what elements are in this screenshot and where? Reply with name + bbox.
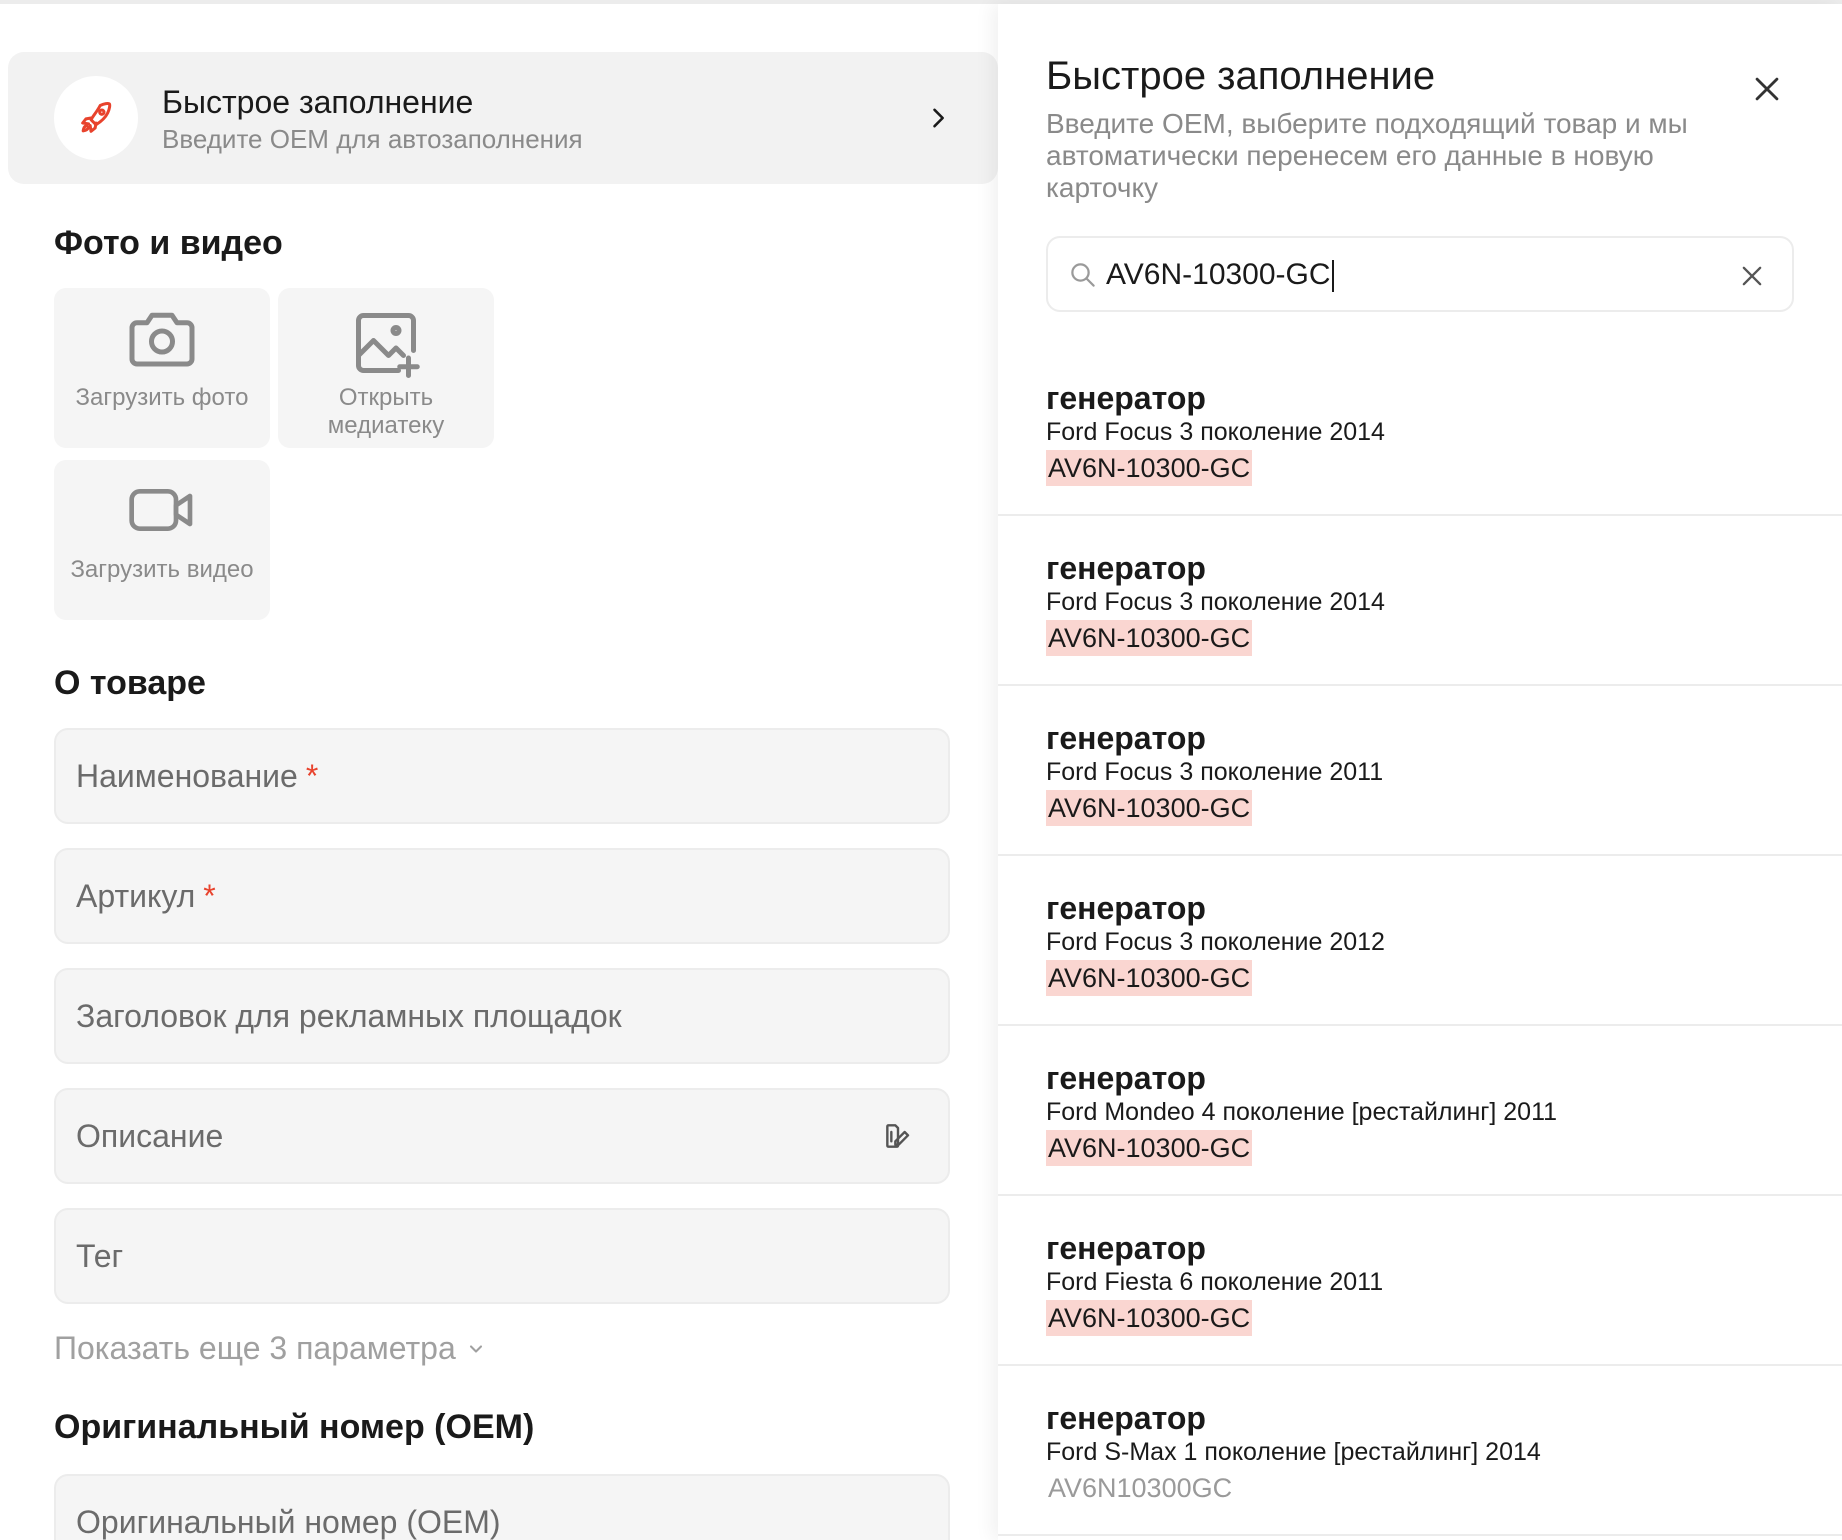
result-oem: AV6N-10300-GC [1046, 450, 1253, 486]
panel-description: Введите OEM, выберите подходящий товар и… [1046, 108, 1688, 203]
upload-photo-label: Загрузить фото [75, 384, 249, 411]
result-car: Ford Focus 3 поколение 2011 [1046, 758, 1384, 786]
video-camera-icon [129, 489, 193, 531]
image-add-icon [356, 313, 420, 378]
result-oem: AV6N-10300-GC [1046, 1130, 1253, 1166]
result-oem: AV6N-10300-GC [1046, 620, 1253, 656]
close-icon[interactable] [1750, 72, 1784, 106]
result-oem: AV6N10300GC [1048, 1473, 1233, 1503]
description-field[interactable]: Описание [54, 1088, 950, 1184]
required-marker: * [203, 878, 216, 914]
search-icon [1071, 263, 1095, 287]
search-results-list: генератор Ford Focus 3 поколение 2014 AV… [998, 346, 1842, 1536]
result-oem: AV6N-10300-GC [1046, 790, 1253, 826]
rocket-icon [81, 101, 112, 133]
show-more-label: Показать еще 3 параметра [54, 1330, 456, 1366]
tag-field[interactable]: Тег [54, 1208, 950, 1304]
quick-fill-panel: Быстрое заполнение Введите OEM, выберите… [998, 4, 1842, 1540]
result-car: Ford Focus 3 поколение 2014 [1046, 588, 1385, 616]
result-name: генератор [1046, 1230, 1206, 1266]
result-item[interactable]: генератор Ford Focus 3 поколение 2012 AV… [998, 856, 1842, 1026]
quick-fill-title: Быстрое заполнение [162, 84, 474, 120]
result-name: генератор [1046, 1400, 1206, 1436]
tag-field-placeholder: Тег [76, 1238, 124, 1274]
required-marker: * [305, 758, 319, 794]
name-field[interactable]: Наименование * [54, 728, 950, 824]
panel-title: Быстрое заполнение [1046, 54, 1436, 98]
show-more-params-link[interactable]: Показать еще 3 параметра [54, 1330, 486, 1367]
result-name: генератор [1046, 890, 1206, 926]
result-name: генератор [1046, 380, 1206, 416]
oem-search-input[interactable]: AV6N-10300-GC [1046, 236, 1794, 312]
quick-fill-subtitle: Введите OEM для автозаполнения [162, 124, 583, 154]
about-section-title: О товаре [54, 664, 206, 702]
article-field-placeholder: Артикул [76, 878, 196, 914]
upload-video-tile[interactable]: Загрузить видео [54, 460, 270, 620]
result-name: генератор [1046, 1060, 1206, 1096]
chevron-down-icon [469, 1344, 482, 1353]
ad-title-field[interactable]: Заголовок для рекламных площадок [54, 968, 950, 1064]
result-oem: AV6N-10300-GC [1046, 960, 1253, 996]
result-name: генератор [1046, 550, 1206, 586]
result-car: Ford Fiesta 6 поколение 2011 [1046, 1268, 1384, 1296]
product-form: Быстрое заполнение Введите OEM для автоз… [0, 4, 998, 1540]
result-item[interactable]: генератор Ford Focus 3 поколение 2014 AV… [998, 346, 1842, 516]
rocket-icon-wrap [54, 76, 138, 160]
upload-photo-tile[interactable]: Загрузить фото [54, 288, 270, 448]
open-media-library-tile[interactable]: Открыть медиатеку [278, 288, 494, 448]
chevron-right-icon [933, 108, 944, 128]
result-item[interactable]: генератор Ford Focus 3 поколение 2011 AV… [998, 686, 1842, 856]
upload-video-label: Загрузить видео [70, 556, 254, 583]
result-car: Ford Focus 3 поколение 2014 [1046, 418, 1385, 446]
result-item[interactable]: генератор Ford Focus 3 поколение 2014 AV… [998, 516, 1842, 686]
oem-section-title: Оригинальный номер (OEM) [54, 1408, 535, 1446]
search-value: AV6N-10300-GC [1106, 258, 1331, 291]
name-field-placeholder: Наименование [76, 758, 298, 794]
result-item[interactable]: генератор Ford Fiesta 6 поколение 2011 A… [998, 1196, 1842, 1366]
oem-field[interactable]: Оригинальный номер (OEM) [54, 1474, 950, 1540]
text-caret [1331, 260, 1334, 293]
result-item[interactable]: генератор Ford Mondeo 4 поколение [реста… [998, 1026, 1842, 1196]
description-field-placeholder: Описание [76, 1118, 224, 1154]
result-car: Ford Focus 3 поколение 2012 [1046, 928, 1385, 956]
result-car: Ford Mondeo 4 поколение [рестайлинг] 201… [1046, 1098, 1558, 1126]
clear-search-icon[interactable] [1738, 262, 1766, 290]
result-car: Ford S-Max 1 поколение [рестайлинг] 2014 [1046, 1438, 1541, 1466]
camera-icon [129, 312, 195, 367]
quick-fill-card[interactable]: Быстрое заполнение Введите OEM для автоз… [8, 52, 998, 184]
media-section-title: Фото и видео [54, 224, 283, 262]
ad-title-field-placeholder: Заголовок для рекламных площадок [76, 998, 622, 1034]
oem-field-placeholder: Оригинальный номер (OEM) [76, 1504, 501, 1540]
article-field[interactable]: Артикул * [54, 848, 950, 944]
result-name: генератор [1046, 720, 1206, 756]
result-item[interactable]: генератор Ford S-Max 1 поколение [рестай… [998, 1366, 1842, 1536]
open-media-library-label: Открыть медиатеку [327, 384, 445, 439]
editor-icon[interactable] [882, 1120, 914, 1152]
result-oem: AV6N-10300-GC [1046, 1300, 1253, 1336]
